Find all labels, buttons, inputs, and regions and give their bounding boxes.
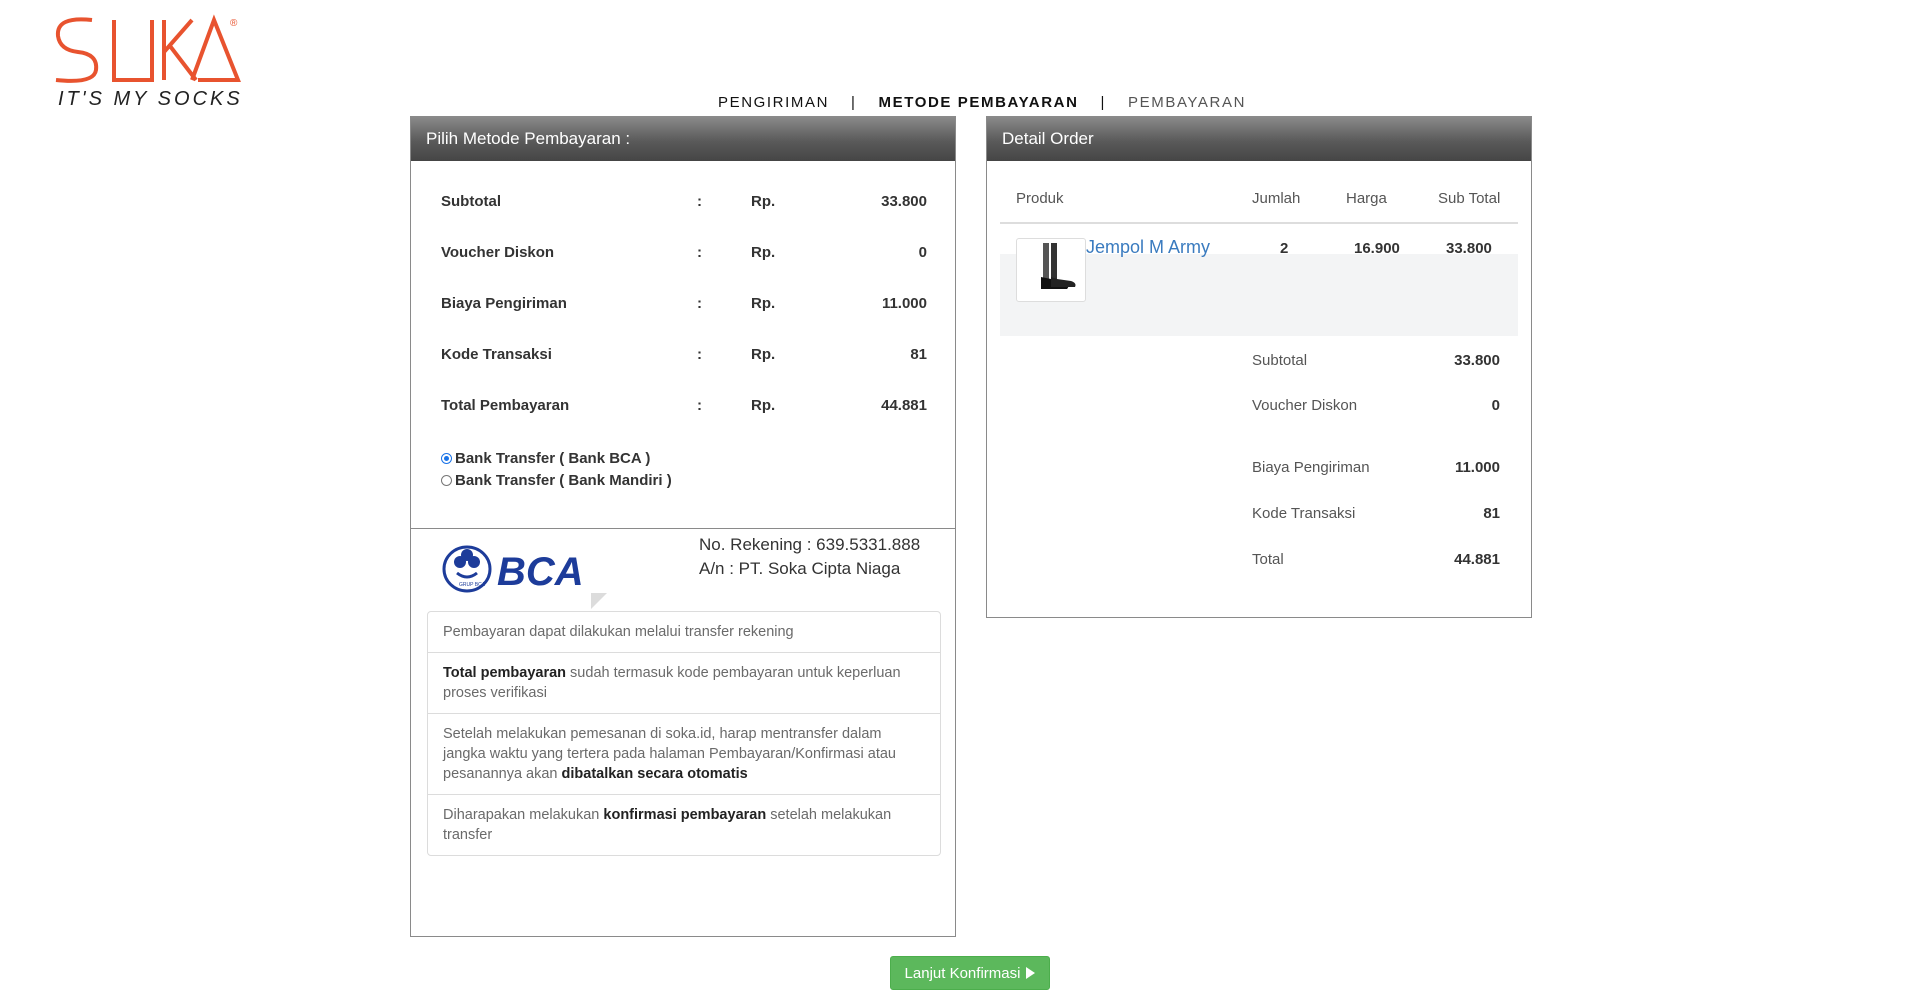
instruction-item: Diharapakan melakukan konfirmasi pembaya… [428,794,940,855]
summary-label: Kode Transaksi [441,346,552,363]
step-separator: | [851,94,857,111]
summary-currency: Rp. [751,346,776,363]
summary-label: Total Pembayaran [441,397,570,414]
step-pengiriman[interactable]: PENGIRIMAN [718,94,829,111]
summary-colon: : [697,397,702,414]
payment-option-label[interactable]: Bank Transfer ( Bank Mandiri ) [455,472,672,489]
summary-row-voucher: Voucher Diskon : Rp. 0 [441,244,927,264]
step-pembayaran[interactable]: PEMBAYARAN [1128,94,1246,111]
payment-option-mandiri[interactable]: Bank Transfer ( Bank Mandiri ) [441,472,672,489]
summary-colon: : [697,346,702,363]
summary-label: Subtotal [441,193,501,210]
payment-option-bca[interactable]: Bank Transfer ( Bank BCA ) [441,450,650,467]
product-qty: 2 [1280,240,1289,257]
order-panel-title: Detail Order [987,117,1531,161]
play-arrow-icon [1026,967,1036,979]
summary-value: 81 [910,346,927,363]
order-total-value: 0 [1491,397,1500,414]
instruction-item: Total pembayaran sudah termasuk kode pem… [428,652,940,713]
summary-colon: : [697,244,702,261]
summary-value: 11.000 [881,295,927,312]
summary-row-subtotal: Subtotal : Rp. 33.800 [441,193,927,213]
summary-value: 33.800 [881,193,927,210]
summary-value: 0 [918,244,927,261]
product-price: 16.900 [1354,240,1400,257]
summary-value: 44.881 [881,397,927,414]
instruction-item: Pembayaran dapat dilakukan melalui trans… [443,624,794,640]
order-total-row: Kode Transaksi 81 [1252,505,1500,522]
order-total-label: Biaya Pengiriman [1252,459,1370,476]
summary-currency: Rp. [751,397,776,414]
continue-confirmation-button[interactable]: Lanjut Konfirmasi [890,956,1050,990]
step-metode-pembayaran[interactable]: METODE PEMBAYARAN [879,94,1079,111]
product-subtotal: 33.800 [1446,240,1492,257]
order-total-value: 33.800 [1454,352,1500,369]
summary-row-transaction-code: Kode Transaksi : Rp. 81 [441,346,927,366]
column-header-produk: Produk [1016,190,1064,207]
summary-currency: Rp. [751,193,776,210]
brand-tagline: IT'S MY SOCKS [58,88,243,110]
bca-sub-text: GRUP BCA [459,582,486,588]
bca-logo: GRUP BCA BCA [429,529,601,609]
checkout-steps: PENGIRIMAN | METODE PEMBAYARAN | PEMBAYA… [718,94,1246,111]
column-header-jumlah: Jumlah [1252,190,1301,207]
summary-row-total: Total Pembayaran : Rp. 44.881 [441,397,927,417]
summary-currency: Rp. [751,244,776,261]
summary-colon: : [697,295,702,312]
order-total-label: Total [1252,551,1284,568]
payment-instructions: Pembayaran dapat dilakukan melalui trans… [427,611,941,856]
order-total-value: 81 [1483,505,1500,522]
summary-currency: Rp. [751,295,776,312]
product-thumbnail[interactable] [1016,238,1086,302]
step-separator: | [1100,94,1107,111]
svg-text:®: ® [230,18,238,29]
bca-logo-mark: GRUP BCA BCA [442,545,584,594]
order-total-row: Biaya Pengiriman 11.000 [1252,459,1500,476]
order-total-label: Voucher Diskon [1252,397,1358,414]
radio-unselected-icon[interactable] [441,475,452,486]
summary-colon: : [697,193,702,210]
bca-logo-text: BCA [497,550,584,594]
account-number: No. Rekening : 639.5331.888 [699,535,921,554]
account-holder: A/n : PT. Soka Cipta Niaga [699,559,901,578]
radio-selected-icon[interactable] [441,453,452,464]
summary-label: Voucher Diskon [441,244,555,261]
card-fold-decoration [591,593,607,609]
bank-account-info: No. Rekening : 639.5331.888 A/n : PT. So… [699,533,920,581]
order-total-label: Subtotal [1252,352,1308,369]
product-name-link[interactable]: Jempol M Army [1086,237,1210,258]
order-total-value: 44.881 [1454,551,1500,568]
payment-option-label[interactable]: Bank Transfer ( Bank BCA ) [455,450,650,467]
order-total-row: Subtotal 33.800 [1252,352,1500,369]
column-header-harga: Harga [1346,190,1387,207]
order-total-label: Kode Transaksi [1252,505,1356,522]
soka-logo-mark: ® [55,14,241,83]
table-header-divider [1000,222,1518,224]
order-total-row: Total 44.881 [1252,551,1500,568]
column-header-subtotal: Sub Total [1438,190,1501,207]
summary-label: Biaya Pengiriman [441,295,567,312]
payment-panel-title: Pilih Metode Pembayaran : [411,117,955,161]
instruction-item: Setelah melakukan pemesanan di soka.id, … [428,713,940,794]
order-total-row: Voucher Diskon 0 [1252,397,1500,414]
sock-icon [1041,243,1076,289]
payment-method-panel: Pilih Metode Pembayaran : Subtotal : Rp.… [410,116,956,937]
continue-button-label[interactable]: Lanjut Konfirmasi [905,965,1021,982]
order-total-value: 11.000 [1454,459,1500,476]
summary-row-shipping: Biaya Pengiriman : Rp. 11.000 [441,295,927,315]
